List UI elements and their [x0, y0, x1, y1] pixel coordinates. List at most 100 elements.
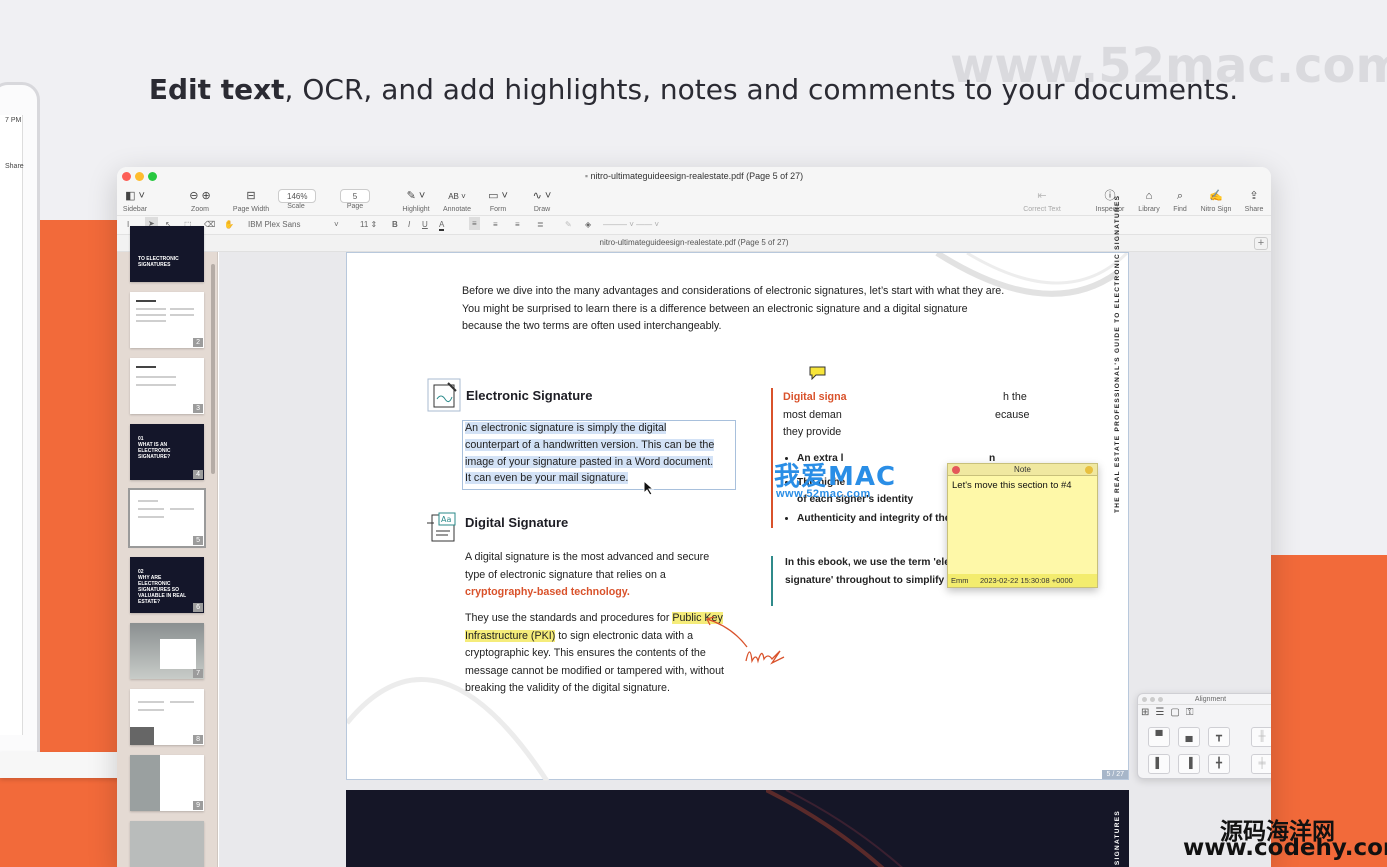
- alignment-header: Alignment: [1138, 694, 1271, 705]
- page-thumbnail-8[interactable]: 8: [130, 689, 204, 745]
- hand-icon[interactable]: ✋: [224, 220, 234, 229]
- handwritten-annotation[interactable]: [702, 613, 792, 673]
- draw-button[interactable]: ∿ ˅ Draw: [525, 187, 559, 213]
- scale-control[interactable]: 146% Scale: [278, 187, 317, 210]
- text-cursor-icon[interactable]: I: [127, 220, 129, 229]
- find-button[interactable]: ⌕ Find: [1168, 187, 1192, 213]
- esig-paragraph[interactable]: An electronic signature is simply the di…: [465, 420, 745, 487]
- sidebar-icon: ◧ ˅: [125, 190, 145, 202]
- svg-text:Aa: Aa: [441, 515, 451, 524]
- scale-field[interactable]: 146%: [278, 189, 317, 203]
- page-thumbnail-10[interactable]: [130, 821, 204, 867]
- accent-rule-teal: [771, 556, 773, 606]
- page-thumbnail-6[interactable]: 02 WHY ARE ELECTRONIC SIGNATURES SO VALU…: [130, 557, 204, 613]
- distribute-vertical-button[interactable]: ╪: [1251, 754, 1271, 774]
- page-thumbnail-7[interactable]: 7: [130, 623, 204, 679]
- library-label: Library: [1138, 206, 1160, 213]
- align-right-button[interactable]: ▐: [1178, 754, 1200, 774]
- page-tab-icon[interactable]: ▢: [1170, 707, 1185, 718]
- align-left-button[interactable]: ▌: [1148, 754, 1170, 774]
- dsig-p1-text: A digital signature is the most advanced…: [465, 551, 710, 581]
- align-top-left-button[interactable]: ▀: [1148, 727, 1170, 747]
- search-icon: ⌕: [1176, 190, 1184, 202]
- library-button[interactable]: ⌂ Library: [1133, 187, 1165, 213]
- page-thumbnail-3[interactable]: 3: [130, 358, 204, 414]
- align-right-icon[interactable]: ≡: [515, 220, 520, 229]
- page-width-button[interactable]: ⊟ Page Width: [229, 187, 273, 213]
- page-thumbnail-1[interactable]: TO ELECTRONIC SIGNATURES: [130, 226, 204, 282]
- annotate-button[interactable]: AB ˅ Annotate: [439, 187, 475, 213]
- tab-document[interactable]: nitro-ultimateguideesign-realestate.pdf …: [117, 238, 1271, 247]
- pen-icon[interactable]: ✎: [565, 220, 572, 229]
- alignment-title: Alignment: [1194, 696, 1227, 703]
- tab-bar: nitro-ultimateguideesign-realestate.pdf …: [117, 235, 1271, 252]
- underline-button[interactable]: U: [422, 220, 428, 229]
- thumbnail-number: 2: [193, 338, 203, 347]
- esig-line-2: counterpart of a handwritten version. Th…: [465, 438, 715, 451]
- align-center-icon[interactable]: ≡: [493, 220, 498, 229]
- zoom-buttons[interactable]: ⊖ ⊕ Zoom: [177, 187, 223, 213]
- add-tab-button[interactable]: +: [1254, 237, 1268, 250]
- italic-button[interactable]: I: [408, 220, 410, 229]
- note-text[interactable]: Let's move this section to #4: [948, 476, 1097, 495]
- text-color-button[interactable]: A: [439, 220, 445, 231]
- panel-minimize-icon[interactable]: [1150, 697, 1155, 702]
- highlight-button[interactable]: ✎ ˅ Highlight: [397, 187, 435, 213]
- find-label: Find: [1173, 206, 1187, 213]
- sticky-note[interactable]: Note Let's move this section to #4 Emm 20…: [947, 463, 1098, 588]
- eraser-icon[interactable]: ⌫: [204, 220, 215, 229]
- page-field[interactable]: 5: [339, 189, 371, 203]
- vertical-guide-title-next: SIGNATURES: [1114, 810, 1121, 866]
- text-tab-icon[interactable]: ☰: [1155, 707, 1170, 718]
- font-size-select[interactable]: 11 ⇕: [360, 220, 377, 229]
- note-close-icon[interactable]: [952, 466, 960, 474]
- sidebar-button[interactable]: ◧ ˅ Sidebar: [120, 187, 150, 213]
- draw-icon: ∿ ˅: [532, 190, 552, 202]
- page-control[interactable]: 5 Page: [337, 187, 373, 210]
- note-header: Note: [948, 464, 1097, 476]
- align-top-button[interactable]: ┳: [1208, 727, 1230, 747]
- distribute-horizontal-button[interactable]: ╫: [1251, 727, 1271, 747]
- thumbnail-title: TO ELECTRONIC SIGNATURES: [138, 256, 179, 268]
- page-thumbnail-5[interactable]: 5: [128, 488, 206, 548]
- nitro-sign-button[interactable]: ✍ Nitro Sign: [1197, 187, 1235, 213]
- page-thumbnail-4[interactable]: 01 WHAT IS AN ELECTRONIC SIGNATURE? 4: [130, 424, 204, 480]
- share-label: Share: [1244, 206, 1264, 213]
- comment-bubble-icon[interactable]: [809, 366, 827, 380]
- font-select[interactable]: IBM Plex Sans ˅: [248, 220, 344, 229]
- thumbnail-sidebar: TO ELECTRONIC SIGNATURES 2 3 01 WHAT IS …: [117, 226, 218, 867]
- correct-text-button[interactable]: ⇤ Correct Text: [1017, 187, 1067, 213]
- page-thumbnail-9[interactable]: 9: [130, 755, 204, 811]
- form-button[interactable]: ▭ ˅ Form: [483, 187, 513, 213]
- inspector-button[interactable]: ⓘ Inspector: [1091, 187, 1129, 213]
- sidebar-scrollbar[interactable]: [211, 264, 215, 474]
- thumbnail-number: 9: [193, 801, 203, 810]
- fill-bucket-icon[interactable]: ◈: [585, 220, 591, 229]
- align-left-icon[interactable]: ≡: [469, 217, 480, 230]
- lock-tab-icon[interactable]: ⚿: [1186, 707, 1200, 718]
- align-tab-icon[interactable]: ⊞: [1141, 707, 1155, 718]
- highlight-label: Highlight: [402, 206, 430, 213]
- page-thumbnail-2[interactable]: 2: [130, 292, 204, 348]
- page-number-badge: 5 / 27: [1102, 770, 1128, 779]
- note-color-icon[interactable]: [1085, 466, 1093, 474]
- note-timestamp: 2023-02-22 15:30:08 +0000: [980, 576, 1073, 585]
- right-intro-emphasis: Digital signa: [783, 391, 847, 403]
- nitro-sign-label: Nitro Sign: [1200, 206, 1232, 213]
- accent-rule-orange: [771, 388, 773, 528]
- laptop-share-label: Share: [5, 163, 24, 170]
- align-bottom-button[interactable]: ▄: [1178, 727, 1200, 747]
- bold-button[interactable]: B: [392, 220, 398, 229]
- dsig-paragraph-1: A digital signature is the most advanced…: [465, 549, 715, 602]
- zoom-icons: ⊖ ⊕: [189, 190, 211, 202]
- toolbar: ◧ ˅ Sidebar ⊖ ⊕ Zoom ⊟ Page Width 146% Scale…: [117, 187, 1271, 216]
- line-style-select[interactable]: ——— ˅ —— ˅: [603, 220, 659, 229]
- justify-icon[interactable]: ≣: [537, 220, 544, 229]
- right-intro-tail-1: h the: [1003, 391, 1027, 403]
- share-button[interactable]: ⇪ Share: [1241, 187, 1267, 213]
- panel-close-icon[interactable]: [1142, 697, 1147, 702]
- watermark-center-url: www.52mac.com: [776, 488, 871, 500]
- panel-zoom-icon[interactable]: [1158, 697, 1163, 702]
- align-center-button[interactable]: ╋: [1208, 754, 1230, 774]
- thumbnail-number: 6: [193, 603, 203, 612]
